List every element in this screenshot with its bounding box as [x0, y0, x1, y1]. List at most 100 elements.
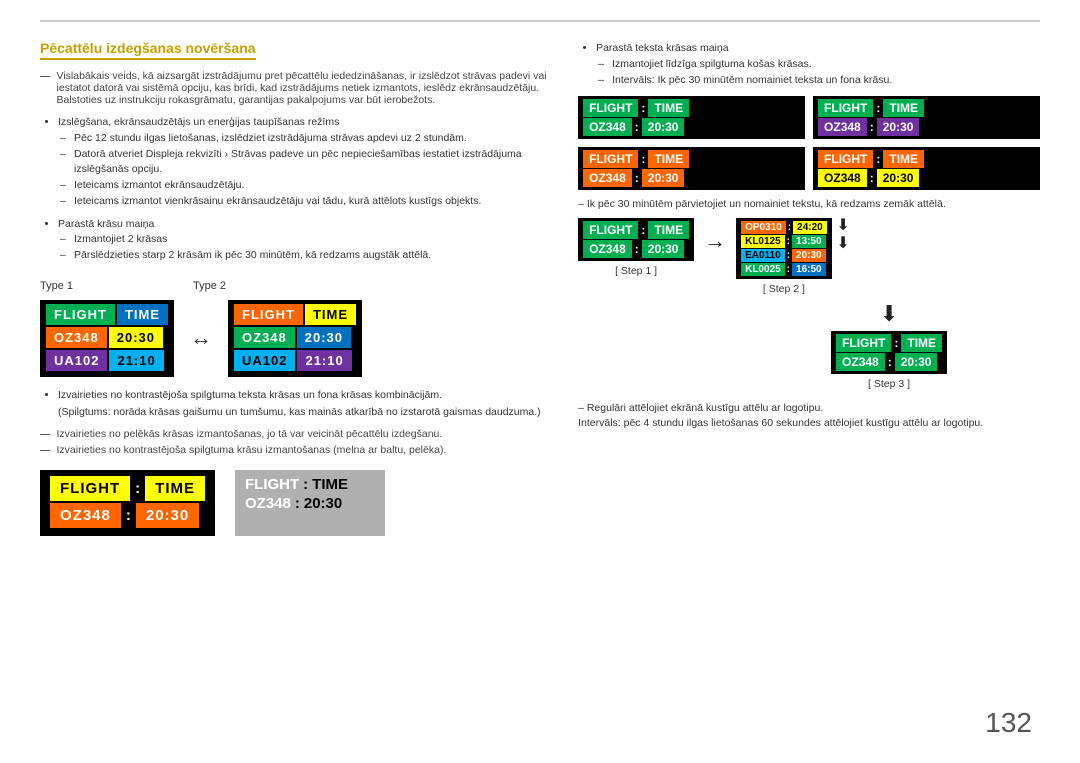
bottom-boards-row: FLIGHT : TIME OZ348 : 20:30 FLIGHT : TIM…	[40, 470, 548, 536]
s2-r4-label: KL0025	[741, 263, 785, 276]
step1-block: FLIGHT : TIME OZ348 : 20:30 [ Step 1 ]	[578, 218, 694, 277]
board-orange-yellow: FLIGHT : TIME OZ348 : 20:30	[813, 147, 1040, 190]
gg-oz: OZ348	[583, 118, 632, 136]
s1-flight: FLIGHT	[583, 221, 638, 239]
page-number: 132	[985, 707, 1032, 739]
bottom-board-black: FLIGHT : TIME OZ348 : 20:30	[40, 470, 215, 536]
gg-2030: 20:30	[642, 118, 685, 136]
note-contrast: Izvairieties no kontrastējoša spilgtuma …	[58, 387, 548, 421]
steps-container: FLIGHT : TIME OZ348 : 20:30 [ Step 1 ] →	[578, 218, 1040, 295]
left-column: Pēcattēlu izdegšanas novēršana Vislabāka…	[40, 40, 548, 536]
note-burn-in: Vislabākais veids, kā aizsargāt izstrādā…	[40, 70, 548, 106]
bb-oz-cell: OZ348	[50, 503, 121, 528]
bg-time-label: TIME	[312, 476, 348, 493]
top-rule	[40, 20, 1040, 22]
down-arrow-1-icon: ⬇	[836, 218, 849, 234]
notes-list: Izvairieties no kontrastējoša spilgtuma …	[40, 387, 548, 421]
t2-oz-time-cell: 20:30	[297, 327, 351, 348]
s3-2030: 20:30	[895, 353, 938, 371]
s2-r2-label: KL0125	[741, 235, 785, 248]
t2-ua-time-cell: 21:10	[297, 350, 351, 371]
bb-colon1: :	[132, 476, 143, 501]
step2-board: OP0310 : 24:20 KL0125 : 13:50 EA0110	[736, 218, 832, 279]
s2-r3-label: EA0110	[741, 249, 785, 262]
right-dash-list: Izmantojiet līdzīga spilgtuma košas krās…	[596, 57, 1040, 89]
type2-board: FLIGHT TIME OZ348 20:30 UA102 21:10	[228, 300, 362, 377]
right-bullet-list: Parastā teksta krāsas maiņa Izmantojiet …	[578, 40, 1040, 88]
t1-oz-time-cell: 20:30	[109, 327, 163, 348]
flight-boards-comparison: FLIGHT TIME OZ348 20:30 UA102 21:10 ↔	[40, 300, 548, 377]
t2-time-cell: TIME	[305, 304, 356, 325]
dash-item-5: Izmantojiet 2 krāsas	[74, 232, 548, 248]
step3-label: [ Step 3 ]	[868, 378, 910, 390]
oo-flight: FLIGHT	[583, 150, 638, 168]
down-arrow-2-icon: ⬇	[836, 236, 849, 252]
down-arrow-step3-icon: ⬇	[880, 301, 898, 327]
oy-oz: OZ348	[818, 169, 867, 187]
oy-2030: 20:30	[877, 169, 920, 187]
gp-time: TIME	[883, 99, 924, 117]
final-note-2: Intervāls: pēc 4 stundu ilgas lietošanas…	[578, 417, 1040, 429]
gp-flight: FLIGHT	[818, 99, 873, 117]
t1-oz-cell: OZ348	[46, 327, 107, 348]
note-contrast-gray: Izvairieties no kontrastējoša spilgtuma …	[40, 444, 548, 456]
s2-r2-val: 13:50	[792, 235, 826, 248]
step3-board: FLIGHT : TIME OZ348 : 20:30	[831, 331, 947, 374]
dash-item-2: Datorā atveriet Displeja rekvizīti › Str…	[74, 147, 548, 179]
section-title: Pēcattēlu izdegšanas novēršana	[40, 40, 256, 60]
oo-2030: 20:30	[642, 169, 685, 187]
oy-time: TIME	[883, 150, 924, 168]
dash-item-3: Ieteicams izmantot ekrānsaudzētāju.	[74, 178, 548, 194]
gg-flight: FLIGHT	[583, 99, 638, 117]
s3-oz: OZ348	[836, 353, 885, 371]
final-notes: – Regulāri attēlojiet ekrānā kustīgu att…	[578, 402, 1040, 429]
gp-oz: OZ348	[818, 118, 867, 136]
s2-r1-label: OP0310	[741, 221, 786, 234]
s1-2030: 20:30	[642, 240, 685, 258]
bb-flight-label: FLIGHT	[50, 476, 130, 501]
bg-colon2: :	[295, 495, 300, 512]
bb-time-cell: 20:30	[136, 503, 199, 528]
s2-r1-val: 24:20	[793, 221, 827, 234]
step3-area: ⬇ FLIGHT : TIME OZ348 : 20:30 [ Step 3 ]	[738, 301, 1040, 390]
s1-time: TIME	[648, 221, 689, 239]
arrow-right-icon: →	[704, 228, 726, 254]
t1-ua-time-cell: 21:10	[109, 350, 163, 371]
board-orange-orange: FLIGHT : TIME OZ348 : 20:30	[578, 147, 805, 190]
right-boards-grid: FLIGHT : TIME OZ348 : 20:30 FLIGHT : TIM…	[578, 96, 1040, 190]
right-dash-1: Izmantojiet līdzīga spilgtuma košas krās…	[612, 57, 1040, 73]
t2-ua-cell: UA102	[234, 350, 295, 371]
board-green-green: FLIGHT : TIME OZ348 : 20:30	[578, 96, 805, 139]
oo-oz: OZ348	[583, 169, 632, 187]
dash-item-6: Pārslēdzieties starp 2 krāsām ik pēc 30 …	[74, 248, 548, 264]
board-green-purple: FLIGHT : TIME OZ348 : 20:30	[813, 96, 1040, 139]
s1-oz: OZ348	[583, 240, 632, 258]
bb-colon2: :	[123, 503, 134, 528]
t1-flight-cell: FLIGHT	[46, 304, 115, 325]
type1-label: Type 1	[40, 280, 73, 292]
bb-time-label: TIME	[145, 476, 205, 501]
bullet-list-main: Izslēgšana, ekrānsaudzētājs un enerģijas…	[40, 114, 548, 264]
step1-board: FLIGHT : TIME OZ348 : 20:30	[578, 218, 694, 261]
dash-item-1: Pēc 12 stundu ilgas lietošanas, izslēdzi…	[74, 131, 548, 147]
bg-oz-cell: OZ348	[245, 495, 291, 512]
gg-time: TIME	[648, 99, 689, 117]
step2-block: OP0310 : 24:20 KL0125 : 13:50 EA0110	[736, 218, 832, 295]
t1-time-cell: TIME	[117, 304, 168, 325]
bullet-item-1: Izslēgšana, ekrānsaudzētājs un enerģijas…	[58, 114, 548, 210]
swap-arrow-icon: ↔	[190, 325, 212, 351]
s3-flight: FLIGHT	[836, 334, 891, 352]
t1-ua-cell: UA102	[46, 350, 107, 371]
oy-flight: FLIGHT	[818, 150, 873, 168]
bottom-board-gray: FLIGHT : TIME OZ348 : 20:30	[235, 470, 385, 536]
s3-time: TIME	[901, 334, 942, 352]
s2-r4-val: 16:50	[792, 263, 826, 276]
t2-oz-cell: OZ348	[234, 327, 295, 348]
bg-flight-label: FLIGHT	[245, 476, 299, 493]
note-gray: Izvairieties no pelēkās krāsas izmantoša…	[40, 428, 548, 440]
gp-2030: 20:30	[877, 118, 920, 136]
bg-time-cell: 20:30	[304, 495, 342, 512]
step2-label: [ Step 2 ]	[763, 283, 805, 295]
final-note-1: – Regulāri attēlojiet ekrānā kustīgu att…	[578, 402, 1040, 414]
step-note: – Ik pēc 30 minūtēm pārvietojiet un noma…	[578, 198, 1040, 210]
